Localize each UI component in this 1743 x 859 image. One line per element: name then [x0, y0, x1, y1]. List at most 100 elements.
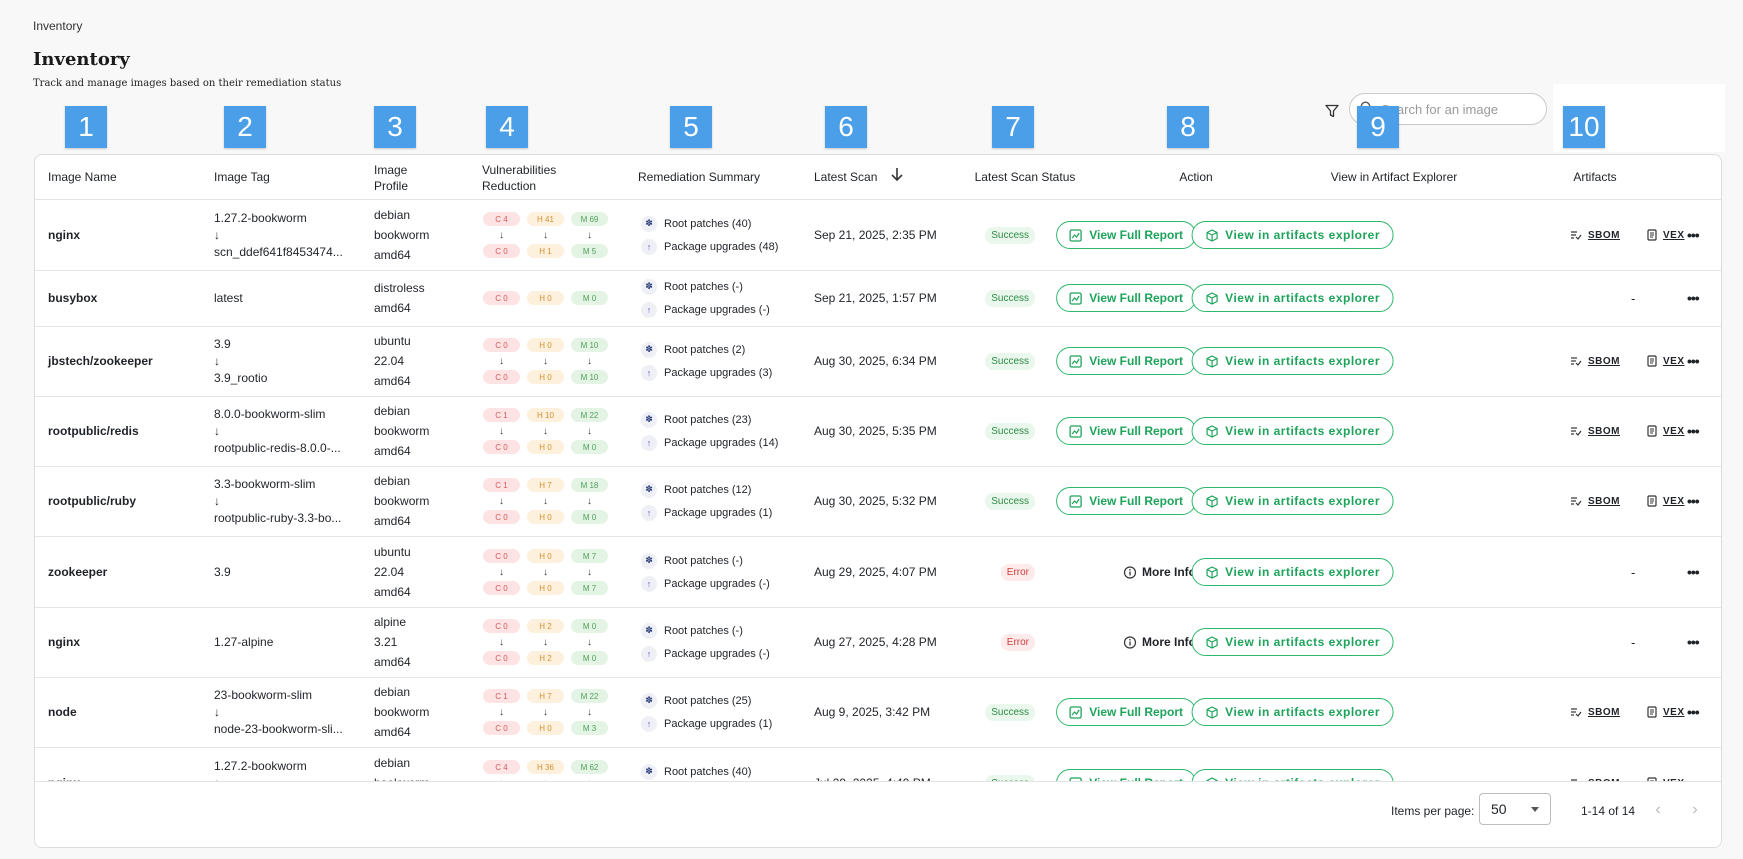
table-row[interactable]: nginx 1.27.2-bookworm ↓ scn_ddef641f8453… [35, 748, 1721, 781]
package-upgrades: Package upgrades (-) [664, 577, 770, 590]
view-in-explorer-button[interactable]: View in artifacts explorer [1191, 628, 1394, 656]
sbom-icon [1570, 707, 1582, 717]
col-scan-status[interactable]: Latest Scan Status [975, 170, 1076, 184]
root-patches-line: ✽ Root patches (40) [641, 212, 811, 235]
vuln-pill-high: H 2 [527, 651, 564, 665]
arrow-icon: ↓ [214, 227, 220, 242]
vex-link[interactable]: VEX [1647, 425, 1685, 437]
view-full-report-button[interactable]: View Full Report [1056, 221, 1197, 249]
col-latest-scan[interactable]: Latest Scan [814, 170, 877, 184]
vuln-counts-before: C 1 H 7 M 22 [483, 689, 613, 703]
sbom-link[interactable]: SBOM [1570, 230, 1620, 241]
sbom-link[interactable]: SBOM [1570, 707, 1620, 718]
table-row[interactable]: rootpublic/ruby 3.3-bookworm-slim ↓ root… [35, 466, 1721, 537]
vex-link[interactable]: VEX [1647, 229, 1685, 241]
inventory-table: Image Name Image Tag Image Profile Vulne… [34, 154, 1722, 848]
image-name[interactable]: nginx [48, 200, 80, 270]
col-image-profile[interactable]: Image Profile [374, 162, 408, 194]
view-in-explorer-button[interactable]: View in artifacts explorer [1191, 221, 1394, 249]
prev-page-button[interactable]: ‹ [1648, 800, 1668, 820]
row-menu-button[interactable]: ••• [1687, 326, 1700, 396]
view-in-explorer-button[interactable]: View in artifacts explorer [1191, 698, 1394, 726]
row-menu-button[interactable]: ••• [1687, 677, 1700, 747]
view-full-report-button[interactable]: View Full Report [1056, 769, 1197, 781]
filter-button[interactable] [1320, 100, 1344, 124]
sbom-link[interactable]: SBOM [1570, 356, 1620, 367]
view-in-explorer-button[interactable]: View in artifacts explorer [1191, 487, 1394, 515]
arrow-icon: ↓ [499, 229, 504, 241]
table-row[interactable]: nginx 1.27.2-bookworm ↓ scn_ddef641f8453… [35, 200, 1721, 271]
search-input[interactable] [1379, 100, 1533, 118]
col-image-name[interactable]: Image Name [48, 170, 117, 184]
row-menu-button[interactable]: ••• [1687, 607, 1700, 677]
image-name[interactable]: node [48, 677, 77, 747]
image-tag-cell: 23-bookworm-slim ↓ node-23-bookworm-sli.… [214, 677, 343, 747]
breadcrumb[interactable]: Inventory [33, 19, 82, 33]
vuln-arrows: ↓ ↓ ↓ [483, 424, 613, 438]
row-menu-button[interactable]: ••• [1687, 466, 1700, 536]
col-image-tag[interactable]: Image Tag [214, 170, 270, 184]
arrow-icon: ↓ [543, 229, 548, 241]
row-menu-button[interactable]: ••• [1687, 748, 1700, 781]
vex-link[interactable]: VEX [1647, 706, 1685, 718]
remediation-cell: ✽Root patches (40) ↑Package upgrades (48… [641, 200, 811, 270]
view-in-explorer-button[interactable]: View in artifacts explorer [1191, 769, 1394, 781]
root-patches-line: ✽ Root patches (-) [641, 619, 811, 642]
row-menu-button[interactable]: ••• [1687, 270, 1700, 326]
view-in-explorer-button[interactable]: View in artifacts explorer [1191, 347, 1394, 375]
table-row[interactable]: busybox latest distroless amd64 C 0 H 0 M 0… [35, 270, 1721, 327]
view-full-report-label: View Full Report [1089, 291, 1184, 305]
row-menu-button[interactable]: ••• [1687, 396, 1700, 466]
row-menu-button[interactable]: ••• [1687, 200, 1700, 270]
vex-link[interactable]: VEX [1647, 495, 1685, 507]
sbom-link[interactable]: SBOM [1570, 496, 1620, 507]
view-full-report-button[interactable]: View Full Report [1056, 417, 1197, 445]
profile-line: amd64 [374, 301, 411, 315]
view-in-explorer-button[interactable]: View in artifacts explorer [1191, 558, 1394, 586]
row-menu-button[interactable]: ••• [1687, 537, 1700, 607]
items-per-page-select[interactable]: 50 [1479, 793, 1551, 825]
view-in-explorer-button[interactable]: View in artifacts explorer [1191, 417, 1394, 445]
table-row[interactable]: node 23-bookworm-slim ↓ node-23-bookworm… [35, 677, 1721, 748]
col-remediation[interactable]: Remediation Summary [638, 170, 760, 184]
annotation-badge-10: 10 [1563, 106, 1605, 148]
view-full-report-button[interactable]: View Full Report [1056, 487, 1197, 515]
image-name[interactable]: rootpublic/ruby [48, 466, 136, 536]
root-patches: Root patches (40) [664, 765, 752, 778]
table-row[interactable]: jbstech/zookeeper 3.9 ↓ 3.9_rootio ubunt… [35, 326, 1721, 397]
root-patches: Root patches (2) [664, 343, 746, 356]
col-action: Action [1179, 170, 1213, 184]
vuln-pill-critical: C 0 [483, 440, 520, 454]
table-row[interactable]: nginx 1.27-alpine alpine 3.21 amd64 C 0 H 2… [35, 607, 1721, 678]
remediation-cell: ✽ Root patches (-) ↑ Package upgrades (-) [641, 537, 811, 607]
vex-link[interactable]: VEX [1647, 355, 1685, 367]
image-name[interactable]: busybox [48, 270, 97, 326]
table-row[interactable]: zookeeper 3.9 ubuntu 22.04 amd64 C 0 H 0 M 7… [35, 537, 1721, 608]
col-vulnerabilities[interactable]: Vulnerabilities Reduction [482, 162, 556, 194]
more-info-button[interactable]: More Info [1123, 635, 1196, 649]
view-in-explorer-button[interactable]: View in artifacts explorer [1191, 284, 1394, 312]
image-name[interactable]: jbstech/zookeeper [48, 326, 153, 396]
image-name[interactable]: rootpublic/redis [48, 396, 139, 466]
more-info-button[interactable]: More Info [1123, 565, 1196, 579]
image-name[interactable]: nginx [48, 607, 80, 677]
image-name[interactable]: zookeeper [48, 537, 107, 607]
report-icon [1069, 354, 1082, 368]
sort-desc-icon[interactable] [890, 166, 904, 185]
table-row[interactable]: rootpublic/redis 8.0.0-bookworm-slim ↓ r… [35, 396, 1721, 467]
package-upgrades: Package upgrades (-) [664, 647, 770, 660]
vuln-pill-critical: C 0 [483, 370, 520, 384]
remediation-cell: ✽Root patches (40) ↑Package upgrades (48… [641, 748, 811, 781]
image-tag-cell: 8.0.0-bookworm-slim ↓ rootpublic-redis-8… [214, 396, 341, 466]
sbom-label: SBOM [1588, 425, 1620, 437]
root-patches-line: ✽ Root patches (25) [641, 689, 811, 712]
view-full-report-button[interactable]: View Full Report [1056, 347, 1197, 375]
view-full-report-button[interactable]: View Full Report [1056, 698, 1197, 726]
chevron-down-icon [1531, 807, 1539, 812]
sbom-link[interactable]: SBOM [1570, 426, 1620, 437]
image-name[interactable]: nginx [48, 748, 80, 781]
vuln-pill-critical: C 0 [483, 619, 520, 633]
next-page-button[interactable]: › [1685, 800, 1705, 820]
latest-scan: Aug 9, 2025, 3:42 PM [814, 705, 931, 719]
view-full-report-button[interactable]: View Full Report [1056, 284, 1197, 312]
